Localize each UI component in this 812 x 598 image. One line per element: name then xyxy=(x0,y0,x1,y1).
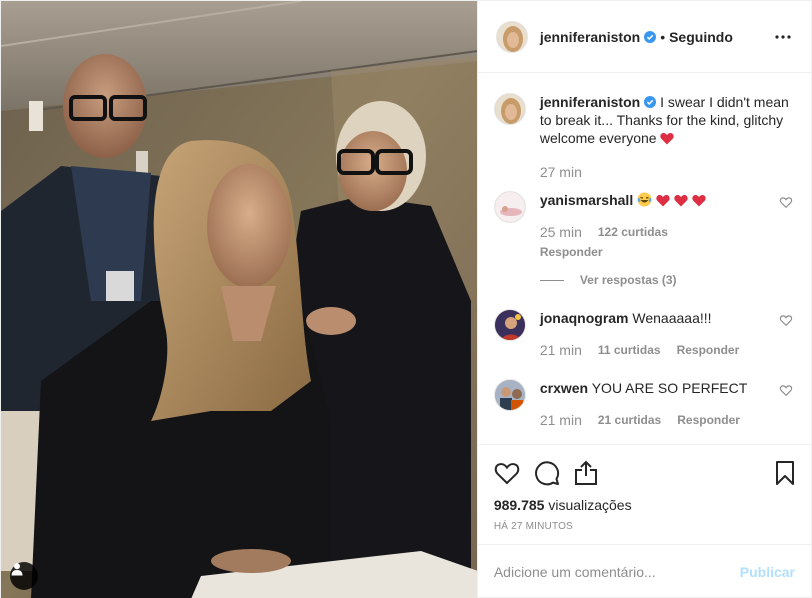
post-media[interactable] xyxy=(1,1,477,598)
views-number: 989.785 xyxy=(493,497,545,513)
commenter-avatar[interactable] xyxy=(493,309,526,341)
red-heart-icon xyxy=(656,194,670,207)
caption: jenniferaniston I swear I didn't mean to… xyxy=(493,93,795,181)
instagram-post: jenniferaniston • Seguindo jenniferanist… xyxy=(0,0,812,598)
add-comment-input[interactable] xyxy=(493,564,732,580)
commenter-avatar-image xyxy=(494,310,525,340)
more-dots-icon xyxy=(775,34,791,39)
caption-time[interactable]: 27 min xyxy=(540,163,582,181)
header-separator: • xyxy=(660,28,666,45)
commenter-avatar-image xyxy=(494,380,525,410)
verified-badge-icon xyxy=(644,96,657,108)
caption-username[interactable]: jenniferaniston xyxy=(540,94,640,110)
commenter-avatar[interactable] xyxy=(493,191,526,223)
comment-meta: 21 min 11 curtidas Responder xyxy=(540,341,795,359)
share-upload-icon xyxy=(574,460,597,485)
post-photo xyxy=(1,1,477,598)
comment-username[interactable]: jonaqnogram xyxy=(540,310,629,326)
view-replies-line xyxy=(539,279,564,281)
publish-button[interactable]: Publicar xyxy=(740,564,795,580)
comment-text-line: jonaqnogram Wenaaaaa!!! xyxy=(540,309,795,327)
comment-username[interactable]: yanismarshall xyxy=(540,192,633,208)
comments-list: jenniferaniston I swear I didn't mean to… xyxy=(478,73,811,444)
bookmark-icon xyxy=(776,461,794,485)
comment-time[interactable]: 21 min xyxy=(540,411,582,429)
red-heart-icon xyxy=(660,132,675,145)
red-heart-icon xyxy=(674,194,688,207)
post-actions: 989.785 visualizações HÁ 27 MINUTOS xyxy=(477,444,811,544)
comment-text-line: yanismarshall xyxy=(540,191,795,209)
verified-badge-icon xyxy=(644,30,657,43)
comment-likes[interactable]: 21 curtidas xyxy=(598,411,661,429)
comment-reply-button[interactable]: Responder xyxy=(677,411,740,429)
laughing-tears-icon xyxy=(637,192,652,207)
red-heart-icon xyxy=(692,194,706,207)
add-comment-bar: Publicar xyxy=(477,544,811,598)
author-username[interactable]: jenniferaniston xyxy=(540,29,640,45)
post-sidebar: jenniferaniston • Seguindo jenniferanist… xyxy=(476,1,811,598)
caption-avatar[interactable] xyxy=(493,93,526,125)
views-label: visualizações xyxy=(548,497,632,513)
tagged-users-button[interactable] xyxy=(10,562,38,590)
comment-bubble-icon xyxy=(534,461,559,486)
caption-meta: 27 min xyxy=(540,163,795,181)
more-options-button[interactable] xyxy=(771,25,795,49)
views-count[interactable]: 989.785 visualizações xyxy=(494,497,795,513)
like-button[interactable] xyxy=(494,453,534,493)
post-time-ago[interactable]: HÁ 27 MINUTOS xyxy=(494,521,795,532)
commenter-avatar[interactable] xyxy=(493,379,526,411)
comment-button[interactable] xyxy=(534,453,574,493)
share-button[interactable] xyxy=(574,453,614,493)
comment-item: yanismarshall 25 min 122 curtidas Respon… xyxy=(493,191,795,289)
user-icon xyxy=(11,563,23,576)
comment-text: Wenaaaaa!!! xyxy=(632,310,712,326)
comment-item: crxwen YOU ARE SO PERFECT 21 min 21 curt… xyxy=(493,379,795,429)
heart-outline-icon xyxy=(494,463,520,485)
comment-reply-button[interactable]: Responder xyxy=(677,341,740,359)
following-button[interactable]: Seguindo xyxy=(669,29,733,45)
action-row xyxy=(494,453,795,493)
caption-avatar-image xyxy=(494,94,525,124)
commenter-avatar-image xyxy=(494,192,525,222)
comment-username[interactable]: crxwen xyxy=(540,380,588,396)
view-replies-label: Ver respostas (3) xyxy=(579,273,677,287)
comment-like-heart-icon[interactable] xyxy=(779,383,793,397)
comment-like-heart-icon[interactable] xyxy=(779,313,793,327)
post-header: jenniferaniston • Seguindo xyxy=(477,1,811,73)
header-text: jenniferaniston • Seguindo xyxy=(540,29,733,45)
save-button[interactable] xyxy=(755,453,795,493)
comment-likes[interactable]: 11 curtidas xyxy=(598,341,661,359)
author-avatar-image xyxy=(496,21,527,52)
comment-text: YOU ARE SO PERFECT xyxy=(591,380,748,396)
comment-likes[interactable]: 122 curtidas xyxy=(598,223,668,241)
comment-time[interactable]: 25 min xyxy=(540,223,582,241)
comment-text-line: crxwen YOU ARE SO PERFECT xyxy=(540,379,795,397)
comment-item: jonaqnogram Wenaaaaa!!! 21 min 11 curtid… xyxy=(493,309,795,359)
comment-time[interactable]: 21 min xyxy=(540,341,582,359)
comment-meta: 25 min 122 curtidas xyxy=(540,223,795,241)
comment-meta: 21 min 21 curtidas Responder xyxy=(540,411,795,429)
view-replies-button[interactable]: Ver respostas (3) xyxy=(539,271,795,289)
comment-like-heart-icon[interactable] xyxy=(779,195,793,209)
comment-reply-button[interactable]: Responder xyxy=(540,243,795,261)
caption-text-line: jenniferaniston I swear I didn't mean to… xyxy=(540,93,795,147)
author-avatar[interactable] xyxy=(495,20,528,53)
